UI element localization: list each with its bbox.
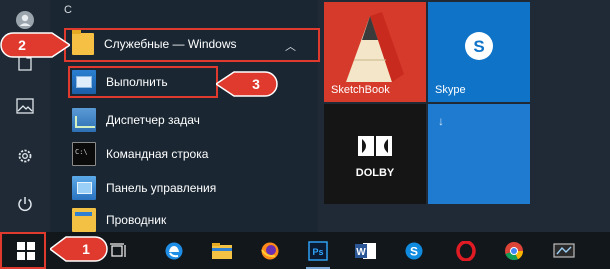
letter-header[interactable]: C xyxy=(64,4,72,16)
app-control-panel[interactable]: Панель управления xyxy=(68,172,318,203)
tile-sketchbook[interactable]: SketchBook xyxy=(324,2,426,102)
svg-text:W: W xyxy=(356,247,366,258)
photoshop-icon: Ps xyxy=(308,240,328,261)
settings-button[interactable] xyxy=(0,136,50,176)
settings-icon xyxy=(16,147,34,165)
task-manager-icon xyxy=(72,107,96,132)
pictures-button[interactable] xyxy=(0,86,50,126)
app-label: Диспетчер задач xyxy=(106,112,200,127)
tile-skype[interactable]: S Skype xyxy=(428,2,530,102)
tile-label: Skype xyxy=(435,84,466,96)
app-explorer[interactable]: Проводник xyxy=(68,204,318,235)
taskbar-edge[interactable] xyxy=(156,232,192,269)
taskbar-slides[interactable] xyxy=(546,232,582,269)
callout-1: 1 xyxy=(50,236,108,262)
file-explorer-icon xyxy=(212,242,232,259)
taskbar-file-explorer[interactable] xyxy=(204,232,240,269)
highlight-folder xyxy=(64,28,320,62)
edge-icon xyxy=(165,242,183,259)
explorer-icon xyxy=(72,207,96,232)
tile-dolby[interactable]: DOLBY xyxy=(324,104,426,204)
highlight-start xyxy=(0,232,46,269)
taskbar-photoshop[interactable]: Ps xyxy=(300,232,336,269)
taskbar-chrome[interactable] xyxy=(496,232,532,269)
callout-3: 3 xyxy=(216,71,278,97)
power-button[interactable] xyxy=(0,184,50,224)
pictures-icon xyxy=(16,98,34,114)
highlight-run xyxy=(68,66,218,98)
tile-download[interactable]: ↓ xyxy=(428,104,530,204)
user-icon xyxy=(15,10,35,30)
firefox-icon xyxy=(261,242,279,259)
chrome-icon xyxy=(505,241,524,260)
command-prompt-icon xyxy=(72,141,96,166)
callout-2-label: 2 xyxy=(18,37,26,53)
svg-text:Ps: Ps xyxy=(312,247,323,257)
skype-taskbar-icon: S xyxy=(405,242,423,259)
tile-label: SketchBook xyxy=(331,84,390,96)
svg-text:S: S xyxy=(410,244,418,258)
power-icon xyxy=(16,195,34,213)
dolby-logo-icon: DOLBY xyxy=(356,136,395,179)
opera-icon xyxy=(456,240,476,261)
svg-text:S: S xyxy=(473,37,484,56)
callout-2: 2 xyxy=(0,32,70,58)
control-panel-icon xyxy=(72,175,96,200)
screen: C Служебные — Windows ︿ Выполнить Диспет… xyxy=(0,0,610,269)
app-command-prompt[interactable]: Командная строка xyxy=(68,138,318,169)
app-label: Панель управления xyxy=(106,180,217,195)
callout-1-label: 1 xyxy=(82,241,90,257)
word-icon: W xyxy=(355,242,376,259)
taskbar-firefox[interactable] xyxy=(252,232,288,269)
app-label: Проводник xyxy=(106,212,167,227)
app-label: Командная строка xyxy=(106,146,209,161)
taskbar-word[interactable]: W xyxy=(348,232,384,269)
dolby-logo-text: DOLBY xyxy=(356,167,395,179)
download-arrow-icon: ↓ xyxy=(438,114,444,128)
app-task-manager[interactable]: Диспетчер задач xyxy=(68,104,318,135)
task-view-icon xyxy=(110,242,126,257)
taskbar-skype[interactable]: S xyxy=(396,232,432,269)
callout-3-label: 3 xyxy=(252,76,260,92)
taskbar-opera[interactable] xyxy=(448,232,484,269)
slides-icon xyxy=(553,242,575,258)
